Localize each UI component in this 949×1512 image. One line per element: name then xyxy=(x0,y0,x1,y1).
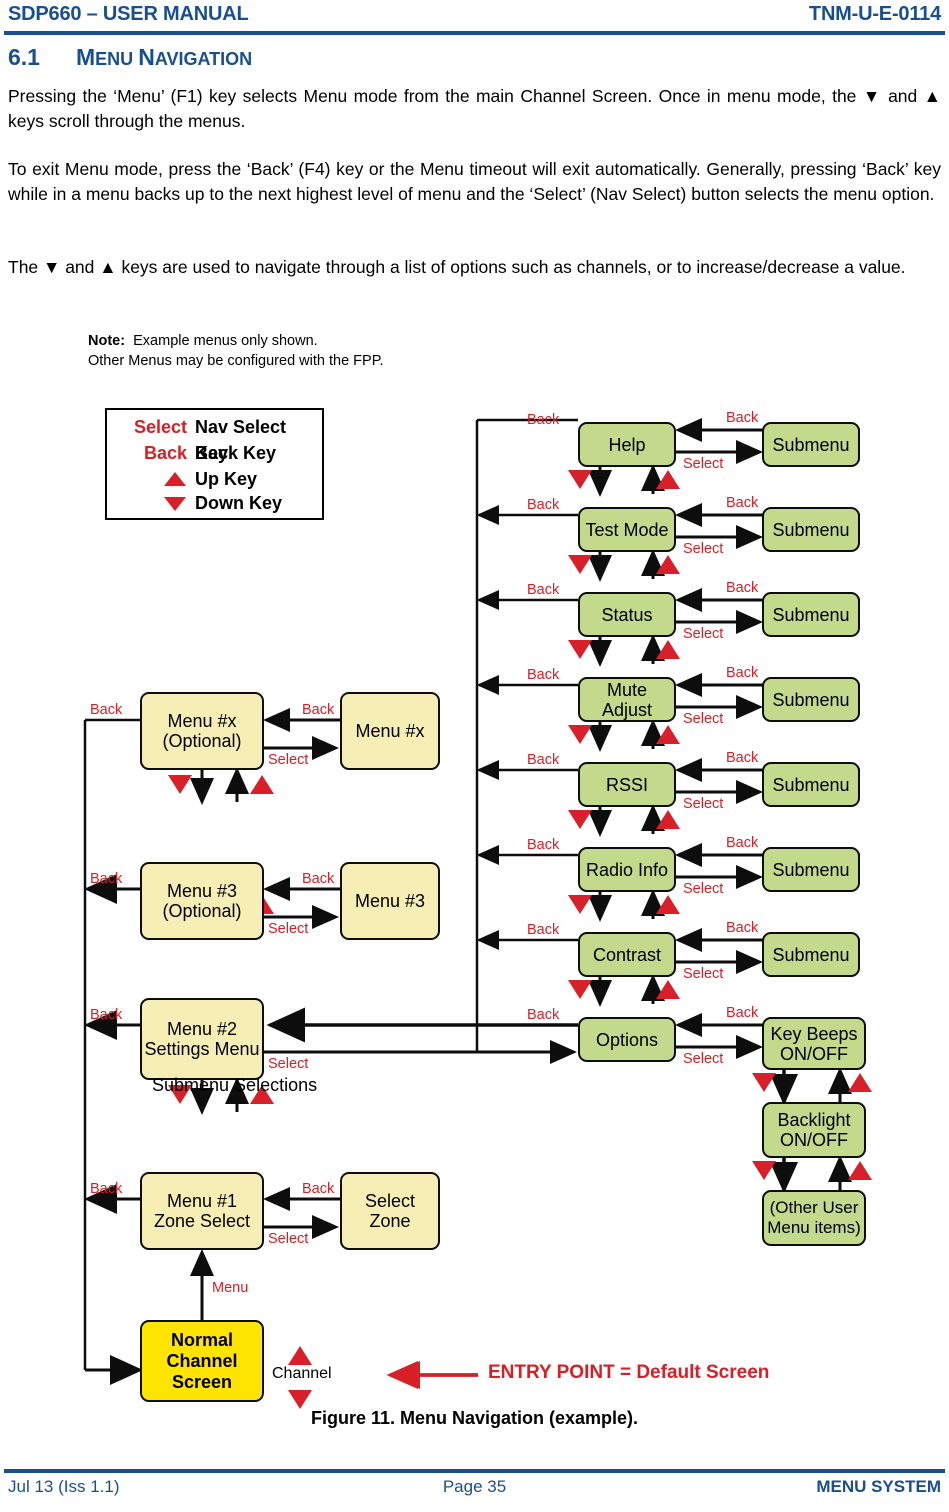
figure-caption: Figure 11. Menu Navigation (example). xyxy=(310,1408,639,1428)
node-submenu-help[interactable]: Submenu xyxy=(762,422,860,467)
edge-label-select-help: Select xyxy=(683,456,724,472)
edge-label-back-menu-2: Back xyxy=(90,1007,123,1023)
edge-label-back-zone-target: Back xyxy=(302,1181,335,1197)
node-submenu-radio-info[interactable]: Submenu xyxy=(762,847,860,892)
header-title-left: SDP660 – USER MANUAL xyxy=(8,3,249,25)
note-line-2: Other Menus may be configured with the F… xyxy=(88,353,384,369)
node-submenu-rssi[interactable]: Submenu xyxy=(762,762,860,807)
heading-avigation: AVIGATION xyxy=(154,49,253,69)
node-menu-1-zone-select[interactable]: Menu #1 Zone Select xyxy=(140,1172,264,1250)
channel-label: Channel xyxy=(272,1365,332,1382)
edge-label-back-menu-x: Back xyxy=(90,702,123,718)
header-divider xyxy=(4,31,945,35)
edge-label-back-submenu-help: Back xyxy=(726,410,759,426)
edge-label-select-options: Select xyxy=(683,1051,724,1067)
edge-label-select-menu-2: Select xyxy=(268,1056,309,1072)
node-submenu-contrast[interactable]: Submenu xyxy=(762,932,860,977)
node-submenu-status[interactable]: Submenu xyxy=(762,592,860,637)
edge-label-back-status: Back xyxy=(527,582,560,598)
edge-label-select-contrast: Select xyxy=(683,966,724,982)
node-key-beeps[interactable]: Key Beeps ON/OFF xyxy=(762,1017,866,1070)
edge-label-select-menu-3: Select xyxy=(268,921,309,937)
heading-m: M xyxy=(76,44,96,70)
submenu-selections-caption: Submenu Selections xyxy=(152,1075,318,1095)
node-rssi[interactable]: RSSI xyxy=(578,762,676,807)
edge-label-back-test-mode: Back xyxy=(527,497,560,513)
edge-label-back-menu-3: Back xyxy=(90,871,123,887)
node-radio-info[interactable]: Radio Info xyxy=(578,847,676,892)
edge-label-back-mute: Back xyxy=(527,667,560,683)
edge-label-back-key-beeps: Back xyxy=(726,1005,759,1021)
edge-label-select-menu-1: Select xyxy=(268,1231,309,1247)
node-menu-3[interactable]: Menu #3 (Optional) xyxy=(140,862,264,940)
edge-label-back-options: Back xyxy=(527,1007,560,1023)
edge-label-select-rssi: Select xyxy=(683,796,724,812)
node-menu-3-target[interactable]: Menu #3 xyxy=(340,862,440,940)
node-mute-adjust[interactable]: Mute Adjust xyxy=(578,677,676,722)
edge-label-back-contrast: Back xyxy=(527,922,560,938)
paragraph-2: To exit Menu mode, press the ‘Back’ (F4)… xyxy=(8,159,941,204)
footer-page: Page 35 xyxy=(442,1477,507,1496)
note-text-1: Example menus only shown. xyxy=(133,333,318,349)
node-contrast[interactable]: Contrast xyxy=(578,932,676,977)
edge-label-back-submenu-contrast: Back xyxy=(726,920,759,936)
edge-label-back-menu-x-target: Back xyxy=(302,702,335,718)
node-submenu-mute-adjust[interactable]: Submenu xyxy=(762,677,860,722)
section-heading: 6.1 MENU NAVIGATION xyxy=(8,44,252,71)
node-menu-2-settings[interactable]: Menu #2 Settings Menu xyxy=(140,998,264,1080)
node-options[interactable]: Options xyxy=(578,1017,676,1062)
edge-label-select-menu-x: Select xyxy=(268,752,309,768)
note-line-1: Note: Example menus only shown. xyxy=(88,331,318,351)
page-header: SDP660 – USER MANUAL TNM-U-E-0114 xyxy=(0,0,949,40)
edge-label-back-submenu-rssi: Back xyxy=(726,750,759,766)
edge-label-menu: Menu xyxy=(212,1280,249,1296)
edge-label-select-status: Select xyxy=(683,626,724,642)
node-normal-channel-screen[interactable]: Normal Channel Screen xyxy=(140,1320,264,1402)
node-other-user-menu-items[interactable]: (Other User Menu items) xyxy=(762,1190,866,1246)
edge-label-back-help: Back xyxy=(527,412,560,428)
header-doc-number: TNM-U-E-0114 xyxy=(808,3,941,25)
edge-label-back-rssi: Back xyxy=(527,752,560,768)
paragraph-1: Pressing the ‘Menu’ (F1) key selects Men… xyxy=(8,86,941,131)
node-test-mode[interactable]: Test Mode xyxy=(578,507,676,552)
entry-point-label: ENTRY POINT = Default Screen xyxy=(488,1362,770,1383)
node-select-zone[interactable]: Select Zone xyxy=(340,1172,440,1250)
section-number: 6.1 xyxy=(8,44,40,70)
footer-divider xyxy=(4,1469,945,1473)
heading-n: N xyxy=(138,44,155,70)
edge-label-back-submenu-test: Back xyxy=(726,495,759,511)
edge-label-back-submenu-radio: Back xyxy=(726,835,759,851)
edge-label-back-submenu-status: Back xyxy=(726,580,759,596)
edge-label-back-menu-1: Back xyxy=(90,1181,123,1197)
edge-label-back-submenu-mute: Back xyxy=(726,665,759,681)
edge-label-back-menu-3-target: Back xyxy=(302,871,335,887)
edge-label-select-test-mode: Select xyxy=(683,541,724,557)
edge-label-back-radio-info: Back xyxy=(527,837,560,853)
node-help[interactable]: Help xyxy=(578,422,676,467)
edge-label-select-radio-info: Select xyxy=(683,881,724,897)
node-backlight[interactable]: Backlight ON/OFF xyxy=(762,1102,866,1158)
note-label: Note: xyxy=(88,333,126,349)
edge-label-select-mute: Select xyxy=(683,711,724,727)
footer-section: MENU SYSTEM xyxy=(816,1477,941,1496)
menu-navigation-diagram: Help Test Mode Status Mute Adjust RSSI Ra… xyxy=(0,390,949,1410)
node-submenu-test-mode[interactable]: Submenu xyxy=(762,507,860,552)
node-status[interactable]: Status xyxy=(578,592,676,637)
heading-enu: ENU xyxy=(95,49,139,69)
node-menu-x[interactable]: Menu #x (Optional) xyxy=(140,692,264,770)
paragraph-3: The ▼ and ▲ keys are used to navigate th… xyxy=(8,257,906,277)
node-menu-x-target[interactable]: Menu #x xyxy=(340,692,440,770)
